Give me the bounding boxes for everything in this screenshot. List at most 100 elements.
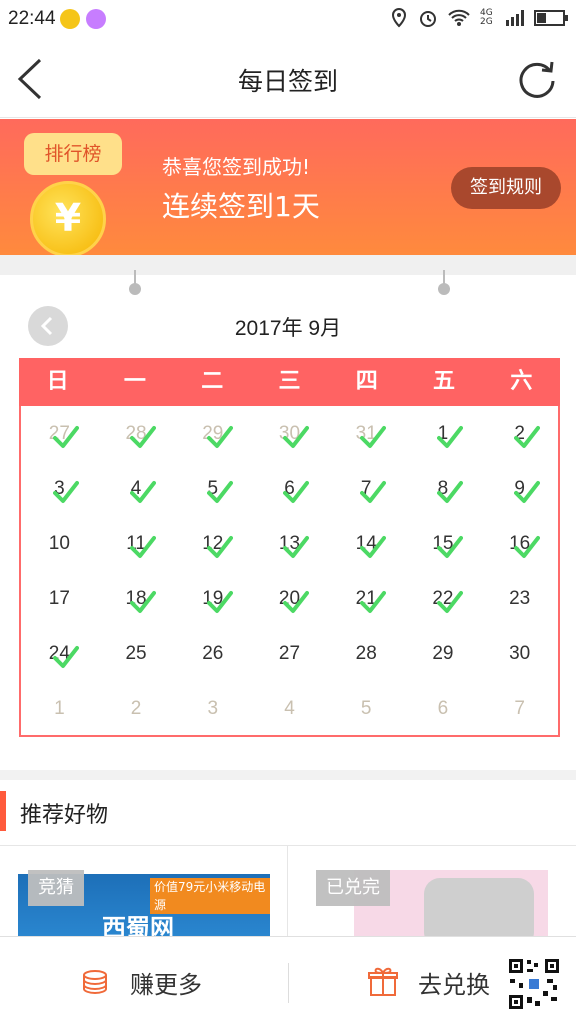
calendar-day[interactable]: 1: [21, 681, 98, 736]
recommend-title: 推荐好物: [20, 803, 109, 828]
calendar-day[interactable]: 6: [251, 461, 328, 516]
calendar-day[interactable]: 5: [174, 461, 251, 516]
coin-icon: ¥: [30, 181, 106, 255]
calendar-day[interactable]: 23: [481, 571, 558, 626]
calendar-day[interactable]: 7: [328, 461, 405, 516]
calendar-day-number: 24: [48, 643, 70, 664]
calendar-weekday-header: 日 一 二 三 四 五 六: [19, 358, 560, 406]
calendar-day[interactable]: 19: [174, 571, 251, 626]
calendar-day[interactable]: 29: [174, 406, 251, 461]
calendar-day[interactable]: 4: [251, 681, 328, 736]
section-accent-bar: [0, 791, 6, 831]
weekday-mon: 一: [123, 369, 146, 394]
calendar-day-number: 15: [432, 533, 454, 554]
calendar-day[interactable]: 1: [405, 406, 482, 461]
calendar-day-number: 21: [355, 588, 377, 609]
calendar-day[interactable]: 26: [174, 626, 251, 681]
calendar-day-number: 3: [207, 698, 219, 719]
qr-code-icon[interactable]: [507, 957, 561, 1011]
calendar-day-number: 7: [360, 478, 372, 499]
calendar-day-number: 29: [202, 423, 224, 444]
network-label: 4G 2G: [480, 8, 493, 27]
calendar-day[interactable]: 28: [98, 406, 175, 461]
calendar-day[interactable]: 21: [328, 571, 405, 626]
calendar-day[interactable]: 22: [405, 571, 482, 626]
calendar-day[interactable]: 27: [21, 406, 98, 461]
battery-icon: [534, 10, 568, 26]
calendar-day[interactable]: 27: [251, 626, 328, 681]
wifi-icon: [448, 9, 470, 26]
leaderboard-button[interactable]: 排行榜: [24, 133, 122, 175]
calendar-day[interactable]: 29: [405, 626, 482, 681]
refresh-button[interactable]: [516, 57, 558, 99]
calendar-day[interactable]: 10: [21, 516, 98, 571]
calendar-day[interactable]: 31: [328, 406, 405, 461]
redeem-label: 去兑换: [418, 971, 490, 999]
calendar-day[interactable]: 15: [405, 516, 482, 571]
calendar-day[interactable]: 5: [328, 681, 405, 736]
earn-more-button[interactable]: 赚更多: [0, 937, 288, 1025]
product-column-divider: [287, 846, 288, 936]
coins-icon: [83, 970, 107, 995]
calendar-day-number: 1: [54, 698, 65, 719]
calendar-day[interactable]: 3: [21, 461, 98, 516]
calendar-day[interactable]: 12: [174, 516, 251, 571]
calendar-day-number: 27: [278, 643, 301, 664]
calendar-ring-right: [438, 270, 450, 296]
calendar-day[interactable]: 25: [98, 626, 175, 681]
page-title: 每日签到: [237, 67, 338, 96]
calendar-day[interactable]: 30: [251, 406, 328, 461]
calendar-day-number: 11: [126, 533, 146, 554]
calendar-day[interactable]: 3: [174, 681, 251, 736]
calendar-day[interactable]: 8: [405, 461, 482, 516]
calendar-day[interactable]: 4: [98, 461, 175, 516]
calendar-day-number: 8: [437, 478, 449, 499]
calendar-day-number: 10: [48, 533, 70, 554]
calendar-day[interactable]: 11: [98, 516, 175, 571]
calendar-day[interactable]: 13: [251, 516, 328, 571]
calendar-day[interactable]: 28: [328, 626, 405, 681]
divider: [0, 845, 576, 846]
calendar-day[interactable]: 24: [21, 626, 98, 681]
calendar-day[interactable]: 16: [481, 516, 558, 571]
signin-banner: 排行榜 ¥ 恭喜您签到成功! 连续签到1天 签到规则: [0, 119, 576, 255]
calendar-day[interactable]: 2: [481, 406, 558, 461]
calendar-day-number: 16: [509, 533, 531, 554]
calendar-day-number: 5: [207, 478, 219, 499]
calendar-day[interactable]: 6: [405, 681, 482, 736]
calendar-day[interactable]: 2: [98, 681, 175, 736]
calendar-day[interactable]: 20: [251, 571, 328, 626]
calendar-day[interactable]: 9: [481, 461, 558, 516]
calendar-day[interactable]: 7: [481, 681, 558, 736]
calendar-day[interactable]: 18: [98, 571, 175, 626]
section-divider: [0, 770, 576, 780]
earn-more-label: 赚更多: [130, 971, 202, 999]
calendar-day-number: 28: [355, 643, 377, 664]
calendar-day-number: 28: [125, 423, 147, 444]
app-notification-icon: [60, 9, 80, 29]
weekday-wed: 三: [278, 369, 301, 394]
calendar-day-number: 13: [278, 533, 301, 554]
calendar-ring-left: [129, 270, 141, 296]
calendar-day-number: 2: [130, 698, 142, 719]
alarm-icon: [420, 11, 436, 27]
calendar-day-number: 23: [509, 588, 531, 609]
gift-icon: [368, 967, 398, 996]
calendar-day[interactable]: 30: [481, 626, 558, 681]
signin-rules-button[interactable]: 签到规则: [451, 167, 561, 209]
calendar-day[interactable]: 17: [21, 571, 98, 626]
weekday-fri: 五: [433, 369, 456, 394]
calendar-day-number: 30: [278, 423, 301, 444]
calendar-day-number: 7: [514, 698, 525, 719]
divider-strip: [0, 255, 576, 275]
calendar-day[interactable]: 14: [328, 516, 405, 571]
calendar-day-number: 30: [509, 643, 531, 664]
weekday-sat: 六: [510, 369, 533, 394]
calendar-day-number: 17: [48, 588, 70, 609]
refresh-icon: [519, 61, 555, 98]
calendar-day-number: 1: [437, 423, 449, 444]
status-time: 22:44: [8, 8, 56, 29]
product-tag-sold-out: 已兑完: [316, 870, 390, 906]
nav-bar: 每日签到: [0, 40, 576, 118]
calendar-day-number: 6: [284, 478, 295, 499]
